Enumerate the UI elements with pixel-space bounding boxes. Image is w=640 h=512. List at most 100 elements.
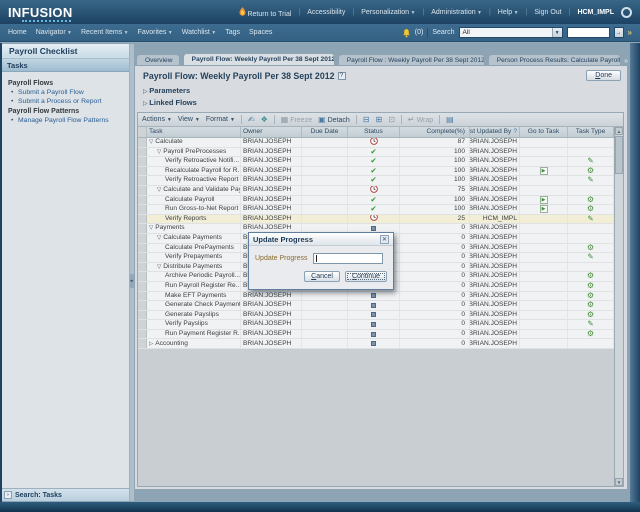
header-item-return-to-trial[interactable]: Return to Trial — [239, 7, 292, 18]
go-to-task-cell[interactable]: ▶ — [520, 167, 568, 176]
nav-item-favorites[interactable]: Favorites ▼ — [138, 29, 173, 36]
scroll-down-icon[interactable]: ▼ — [615, 478, 623, 486]
row-selector[interactable] — [138, 244, 147, 253]
nav-item-spaces[interactable]: Spaces — [249, 29, 272, 36]
table-help-icon[interactable]: ▤ — [446, 116, 454, 124]
tab-overflow-icon[interactable]: » — [624, 58, 630, 65]
row-selector[interactable] — [138, 282, 147, 291]
tab-1[interactable]: Payroll Flow: Weekly Payroll Per 38 Sept… — [183, 53, 335, 65]
expanded-icon[interactable]: ▽ — [157, 234, 161, 242]
table-row[interactable]: ▽CalculateBRIAN.JOSEPH87BRIAN.JOSEPH — [138, 138, 614, 148]
table-row[interactable]: Calculate PayrollBRIAN.JOSEPH✔100BRIAN.J… — [138, 196, 614, 206]
expanded-icon[interactable]: ▽ — [157, 263, 161, 271]
freeze-button[interactable]: ▦ Freeze — [281, 116, 312, 124]
view-menu[interactable]: View ▼ — [178, 116, 200, 123]
row-selector[interactable] — [138, 157, 147, 166]
table-vertical-scrollbar[interactable]: ▲ ▼ — [614, 127, 623, 486]
nav-item-navigator[interactable]: Navigator ▼ — [36, 29, 72, 36]
column-header-complete(%)[interactable]: Complete(%) — [400, 127, 470, 137]
expand-icon[interactable]: › — [4, 491, 12, 499]
header-item-sign-out[interactable]: Sign Out — [534, 9, 561, 16]
dialog-titlebar[interactable]: Update Progress ✕ — [249, 233, 393, 246]
actions-menu[interactable]: Actions ▼ — [142, 116, 172, 123]
tab-3[interactable]: Person Process Results: Calculate Payrol… — [488, 54, 621, 65]
row-selector[interactable] — [138, 186, 147, 195]
format-menu[interactable]: Format ▼ — [206, 116, 235, 123]
oracle-ring-icon[interactable] — [621, 7, 632, 18]
nav-item-watchlist[interactable]: Watchlist ▼ — [182, 29, 216, 36]
section-linked-flows[interactable]: ▷ Linked Flows — [143, 98, 627, 107]
table-row[interactable]: Verify PayslipsBRIAN.JOSEPH0BRIAN.JOSEPH… — [138, 320, 614, 330]
column-header-last-updated-by[interactable]: Last Updated By? — [470, 127, 520, 137]
row-selector[interactable] — [138, 339, 147, 348]
table-row[interactable]: Make EFT PaymentsBRIAN.JOSEPH0BRIAN.JOSE… — [138, 292, 614, 302]
detach-button[interactable]: ▣ Detach — [318, 116, 350, 124]
edit-task-icon[interactable]: ✍ — [248, 116, 255, 124]
search-go-button[interactable]: → — [614, 27, 624, 38]
row-selector[interactable] — [138, 196, 147, 205]
chevron-down-icon[interactable]: ▼ — [552, 28, 562, 37]
notifications-bell-icon[interactable] — [402, 28, 411, 38]
row-selector[interactable] — [138, 320, 147, 329]
close-icon[interactable]: ✕ — [380, 235, 389, 244]
table-row[interactable]: Verify Retroactive Notifi...BRIAN.JOSEPH… — [138, 157, 614, 167]
row-selector[interactable] — [138, 176, 147, 185]
table-row[interactable]: ▷AccountingBRIAN.JOSEPH0BRIAN.JOSEPH — [138, 339, 614, 349]
go-to-task-icon[interactable]: ▶ — [540, 196, 548, 204]
tab-0[interactable]: Overview — [136, 54, 180, 65]
row-selector[interactable] — [138, 167, 147, 176]
row-selector[interactable] — [138, 311, 147, 320]
header-item-administration[interactable]: Administration ▼ — [431, 9, 482, 16]
collapsed-icon[interactable]: ▷ — [149, 340, 153, 348]
table-row[interactable]: Recalculate Payroll for R...BRIAN.JOSEPH… — [138, 167, 614, 177]
row-selector[interactable] — [138, 292, 147, 301]
row-selector[interactable] — [138, 263, 147, 272]
row-selector[interactable] — [138, 253, 147, 262]
row-selector[interactable] — [138, 138, 147, 147]
tab-2[interactable]: Payroll Flow : Weekly Payroll Per 38 Sep… — [338, 54, 485, 65]
expanded-icon[interactable]: ▽ — [157, 186, 161, 194]
sidebar-tasks-header[interactable]: Tasks — [2, 59, 129, 72]
help-icon[interactable]: ? — [338, 72, 346, 80]
sidebar-link-submit-a-payroll-flow[interactable]: Submit a Payroll Flow — [18, 89, 125, 96]
table-row[interactable]: Verify Retroactive ReportBRIAN.JOSEPH✔10… — [138, 176, 614, 186]
column-header-due-date[interactable]: Due Date — [302, 127, 348, 137]
continue-button[interactable]: Continue — [345, 271, 387, 282]
row-selector[interactable] — [138, 234, 147, 243]
collapse-all-icon[interactable]: ⊞ — [376, 116, 383, 124]
table-row[interactable]: Generate PayslipsBRIAN.JOSEPH0BRIAN.JOSE… — [138, 311, 614, 321]
nav-item-tags[interactable]: Tags — [225, 29, 240, 36]
row-selector[interactable] — [138, 330, 147, 339]
section-parameters[interactable]: ▷ Parameters — [143, 86, 627, 95]
expanded-icon[interactable]: ▽ — [149, 138, 153, 146]
row-selector[interactable] — [138, 148, 147, 157]
go-to-task-icon[interactable]: ▶ — [540, 205, 548, 213]
row-selector[interactable] — [138, 224, 147, 233]
header-item-accessibility[interactable]: Accessibility — [307, 9, 345, 16]
search-scope-select[interactable]: All ▼ — [459, 27, 563, 38]
notification-count[interactable]: (0) — [415, 29, 424, 36]
advanced-search-icon[interactable]: » — [628, 28, 632, 37]
sidebar-search-tasks[interactable]: › Search: Tasks — [2, 488, 129, 501]
wrap-button[interactable]: ↵ Wrap — [408, 116, 433, 124]
table-row[interactable]: Verify ReportsBRIAN.JOSEPH25HCM_IMPL✎ — [138, 215, 614, 225]
column-header-task[interactable]: Task — [147, 127, 241, 137]
scroll-up-icon[interactable]: ▲ — [615, 127, 623, 135]
nav-item-home[interactable]: Home — [8, 29, 27, 36]
go-to-task-icon[interactable]: ▶ — [540, 167, 548, 175]
expanded-icon[interactable]: ▽ — [157, 148, 161, 156]
expanded-icon[interactable]: ▽ — [149, 224, 153, 232]
row-selector[interactable] — [138, 205, 147, 214]
go-to-task-cell[interactable]: ▶ — [520, 196, 568, 205]
done-button[interactable]: Done — [586, 70, 621, 81]
nav-item-recent-items[interactable]: Recent Items ▼ — [81, 29, 129, 36]
cancel-button[interactable]: Cancel — [304, 271, 340, 282]
table-row[interactable]: ▽Calculate and Validate PayrollBRIAN.JOS… — [138, 186, 614, 196]
table-row[interactable]: ▽Payroll PreProcessesBRIAN.JOSEPH✔100BRI… — [138, 148, 614, 158]
row-selector[interactable] — [138, 215, 147, 224]
update-progress-input[interactable] — [313, 253, 383, 264]
column-header-task-type[interactable]: Task Type — [568, 127, 614, 137]
refresh-icon[interactable]: ❖ — [261, 116, 268, 124]
sidebar-link-manage-payroll-flow-patterns[interactable]: Manage Payroll Flow Patterns — [18, 117, 125, 124]
scrollbar-thumb[interactable] — [615, 136, 623, 174]
